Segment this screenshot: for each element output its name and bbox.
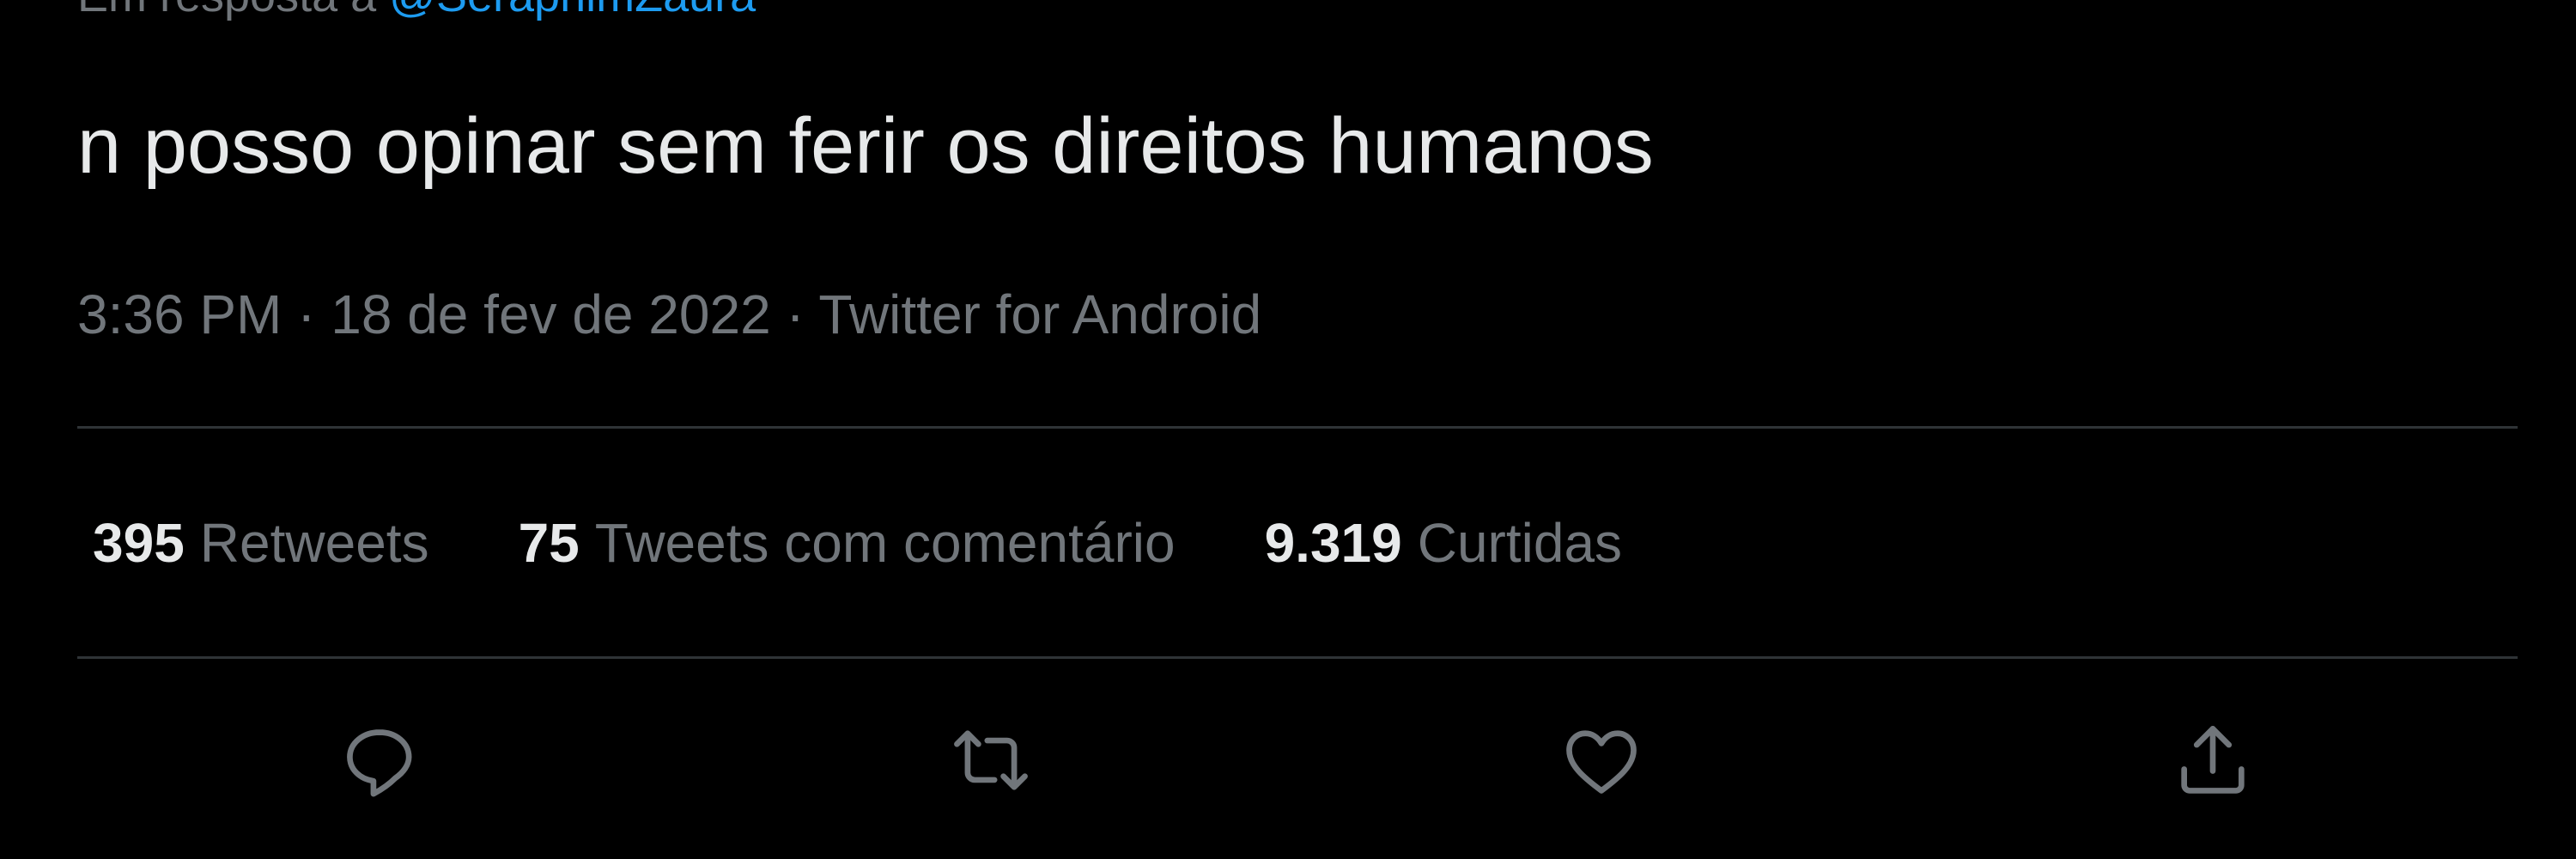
meta-separator: · bbox=[786, 283, 819, 345]
retweets-stat[interactable]: 395 Retweets bbox=[93, 509, 429, 577]
reply-context: Em resposta a @SeraphimZaura bbox=[77, 0, 756, 26]
reply-button[interactable] bbox=[332, 713, 427, 807]
like-button[interactable] bbox=[1554, 713, 1649, 807]
reply-prefix: Em resposta a bbox=[77, 0, 389, 21]
share-icon bbox=[2181, 726, 2245, 794]
tweet-source[interactable]: Twitter for Android bbox=[818, 283, 1261, 345]
tweet-stats: 395 Retweets 75 Tweets com comentário 9.… bbox=[93, 509, 1711, 577]
quote-tweets-stat[interactable]: 75 Tweets com comentário bbox=[519, 509, 1176, 577]
likes-stat[interactable]: 9.319 Curtidas bbox=[1265, 509, 1622, 577]
retweet-icon bbox=[954, 730, 1028, 790]
meta-separator: · bbox=[297, 283, 331, 345]
retweet-button[interactable] bbox=[944, 713, 1038, 807]
tweet-actions-bar bbox=[0, 713, 2576, 807]
tweet-meta: 3:36 PM · 18 de fev de 2022 · Twitter fo… bbox=[77, 280, 1261, 349]
tweet-text: n posso opinar sem ferir os direitos hum… bbox=[77, 102, 1654, 190]
heart-icon bbox=[1566, 730, 1637, 794]
share-button[interactable] bbox=[2166, 713, 2260, 807]
reply-handle-link[interactable]: @SeraphimZaura bbox=[389, 0, 756, 21]
retweets-count: 395 bbox=[93, 512, 185, 574]
likes-count: 9.319 bbox=[1264, 512, 1402, 574]
quote-tweets-count: 75 bbox=[518, 512, 580, 574]
retweets-label: Retweets bbox=[199, 512, 429, 574]
likes-label: Curtidas bbox=[1417, 512, 1623, 574]
reply-icon bbox=[347, 729, 412, 797]
divider bbox=[77, 426, 2518, 429]
quote-tweets-label: Tweets com comentário bbox=[594, 512, 1176, 574]
tweet-time[interactable]: 3:36 PM bbox=[77, 283, 282, 345]
divider bbox=[77, 656, 2518, 659]
tweet-date[interactable]: 18 de fev de 2022 bbox=[331, 283, 770, 345]
